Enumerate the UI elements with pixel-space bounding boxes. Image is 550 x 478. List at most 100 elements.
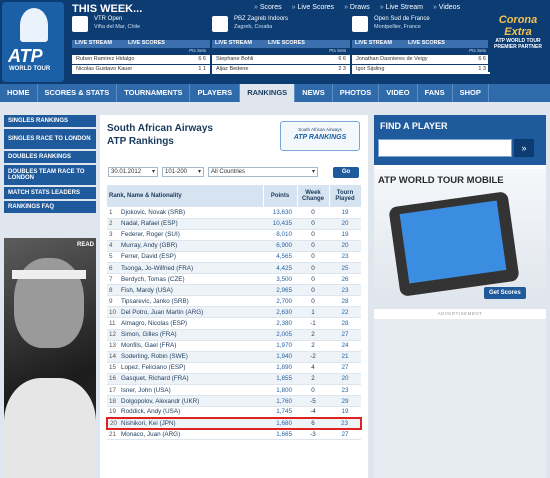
table-row[interactable]: 11 Almagro, Nicolas (ESP) 2,380 -1 28 bbox=[107, 317, 361, 330]
player-name-link[interactable]: Del Potro, Juan Martin (ARG) bbox=[119, 306, 263, 319]
tourn-played-cell[interactable]: 23 bbox=[329, 416, 362, 430]
live-scores-link[interactable]: LIVE SCORES bbox=[128, 40, 165, 46]
table-row[interactable]: 12 Simon, Gilles (FRA) 2,005 2 27 bbox=[107, 329, 361, 341]
points-cell[interactable]: 3,500 bbox=[263, 273, 297, 286]
tourn-played-cell[interactable]: 26 bbox=[329, 273, 361, 286]
tourn-played-cell[interactable]: 28 bbox=[329, 317, 361, 330]
table-row[interactable]: 10 Del Potro, Juan Martin (ARG) 2,630 1 22 bbox=[107, 306, 361, 319]
player-name-link[interactable]: Tsonga, Jo-Wilfried (FRA) bbox=[119, 262, 263, 275]
tourn-played-cell[interactable]: 23 bbox=[329, 251, 361, 263]
player-name-link[interactable]: Gasquet, Richard (FRA) bbox=[119, 373, 263, 386]
table-row[interactable]: 17 Isner, John (USA) 1,800 0 23 bbox=[107, 384, 361, 397]
sidebar-item-singles-race[interactable]: SINGLES RACE TO LONDON bbox=[4, 129, 96, 149]
col-tourn-played[interactable]: Tourn Played bbox=[329, 185, 362, 207]
sidebar-item-match-stats[interactable]: MATCH STATS LEADERS bbox=[4, 187, 96, 199]
points-cell[interactable]: 1,970 bbox=[263, 340, 297, 352]
table-row[interactable]: 19 Roddick, Andy (USA) 1,745 -4 19 bbox=[107, 406, 361, 419]
player-name-link[interactable]: Monfils, Gael (FRA) bbox=[119, 340, 263, 352]
player-name-link[interactable]: Lopez, Feliciano (ESP) bbox=[119, 362, 263, 374]
date-select[interactable]: 30.01.2012 bbox=[108, 167, 158, 177]
table-row[interactable]: 15 Lopez, Feliciano (ESP) 1,890 4 27 bbox=[107, 362, 361, 374]
tourn-played-cell[interactable]: 27 bbox=[329, 362, 361, 374]
tournament-name[interactable]: PBZ Zagreb Indoors bbox=[234, 16, 288, 22]
sidebar-item-doubles-rankings[interactable]: DOUBLES RANKINGS bbox=[4, 151, 96, 163]
player-name-link[interactable]: Fish, Mardy (USA) bbox=[119, 284, 263, 297]
tourn-played-cell[interactable]: 28 bbox=[329, 295, 361, 308]
table-row[interactable]: 1 Djokovic, Novak (SRB) 13,630 0 19 bbox=[107, 207, 361, 219]
table-row[interactable]: 18 Dolgopolov, Alexandr (UKR) 1,760 -5 29 bbox=[107, 395, 361, 408]
table-row[interactable]: 7 Berdych, Tomas (CZE) 3,500 0 26 bbox=[107, 273, 361, 286]
top-link-videos[interactable]: Videos bbox=[433, 4, 460, 11]
player-name-link[interactable]: Murray, Andy (GBR) bbox=[119, 240, 263, 252]
tournament-name[interactable]: Open Sud de France bbox=[374, 16, 430, 22]
live-scores-link[interactable]: LIVE SCORES bbox=[268, 40, 305, 46]
points-cell[interactable]: 1,665 bbox=[263, 428, 297, 441]
table-row[interactable]: 13 Monfils, Gael (FRA) 1,970 2 24 bbox=[107, 340, 361, 352]
points-cell[interactable]: 1,680 bbox=[263, 416, 297, 430]
points-cell[interactable]: 6,900 bbox=[263, 240, 297, 252]
tournament-name[interactable]: VTR Open bbox=[94, 16, 122, 22]
sidebar-item-singles-rankings[interactable]: SINGLES RANKINGS bbox=[4, 115, 96, 127]
tourn-played-cell[interactable]: 19 bbox=[329, 229, 361, 241]
read-label[interactable]: READ bbox=[77, 242, 94, 248]
tourn-played-cell[interactable]: 24 bbox=[329, 340, 361, 352]
player-name-link[interactable]: Soderling, Robin (SWE) bbox=[119, 351, 263, 363]
points-cell[interactable]: 1,855 bbox=[263, 373, 297, 386]
nav-scores-stats[interactable]: SCORES & STATS bbox=[38, 84, 118, 102]
player-name-link[interactable]: Ferrer, David (ESP) bbox=[119, 251, 263, 263]
points-cell[interactable]: 1,800 bbox=[263, 384, 297, 397]
nav-fans[interactable]: FANS bbox=[418, 84, 453, 102]
live-stream-link[interactable]: LIVE STREAM bbox=[215, 40, 252, 46]
get-scores-button[interactable]: Get Scores bbox=[484, 287, 526, 299]
table-row[interactable]: 14 Soderling, Robin (SWE) 1,940 -2 21 bbox=[107, 351, 361, 363]
points-cell[interactable]: 2,005 bbox=[263, 329, 297, 341]
player-search-input[interactable] bbox=[378, 139, 512, 157]
points-cell[interactable]: 13,630 bbox=[263, 207, 297, 219]
points-cell[interactable]: 1,760 bbox=[263, 395, 297, 408]
top-link-scores[interactable]: Scores bbox=[254, 4, 282, 11]
search-submit-arrow-icon[interactable]: » bbox=[514, 139, 534, 157]
points-cell[interactable]: 2,965 bbox=[263, 284, 297, 297]
table-row[interactable]: 16 Gasquet, Richard (FRA) 1,855 2 20 bbox=[107, 373, 361, 386]
tourn-played-cell[interactable]: 23 bbox=[329, 384, 361, 397]
col-rank-name[interactable]: Rank, Name & Nationality bbox=[107, 185, 264, 207]
atp-logo[interactable]: ATP WORLD TOUR bbox=[2, 2, 64, 82]
points-cell[interactable]: 2,380 bbox=[263, 317, 297, 330]
nav-players[interactable]: PLAYERS bbox=[190, 84, 241, 102]
nav-home[interactable]: HOME bbox=[0, 84, 38, 102]
nav-photos[interactable]: PHOTOS bbox=[333, 84, 380, 102]
player-name-link[interactable]: Nishikori, Kei (JPN) bbox=[119, 416, 263, 430]
live-scores-link[interactable]: LIVE SCORES bbox=[408, 40, 445, 46]
table-row[interactable]: 2 Nadal, Rafael (ESP) 10,435 0 20 bbox=[107, 218, 361, 230]
player-name-link[interactable]: Simon, Gilles (FRA) bbox=[119, 329, 263, 341]
sidebar-item-doubles-race[interactable]: DOUBLES TEAM RACE TO LONDON bbox=[4, 165, 96, 185]
player-name-link[interactable]: Isner, John (USA) bbox=[119, 384, 263, 397]
player-name-link[interactable]: Dolgopolov, Alexandr (UKR) bbox=[119, 395, 263, 408]
table-row[interactable]: 4 Murray, Andy (GBR) 6,900 0 20 bbox=[107, 240, 361, 252]
table-row[interactable]: 9 Tipsarevic, Janko (SRB) 2,700 0 28 bbox=[107, 295, 361, 308]
nav-news[interactable]: NEWS bbox=[295, 84, 333, 102]
points-cell[interactable]: 1,940 bbox=[263, 351, 297, 363]
tourn-played-cell[interactable]: 20 bbox=[329, 218, 361, 230]
tourn-played-cell[interactable]: 19 bbox=[329, 406, 361, 419]
mobile-ad[interactable]: ATP WORLD TOUR MOBILE Get Scores bbox=[374, 169, 546, 309]
live-stream-link[interactable]: LIVE STREAM bbox=[355, 40, 392, 46]
player-name-link[interactable]: Federer, Roger (SUI) bbox=[119, 229, 263, 241]
top-link-live-scores[interactable]: Live Scores bbox=[292, 4, 334, 11]
tourn-played-cell[interactable]: 27 bbox=[329, 329, 361, 341]
player-name-link[interactable]: Tipsarevic, Janko (SRB) bbox=[119, 295, 263, 308]
table-row[interactable]: 21 Monaco, Juan (ARG) 1,665 -3 27 bbox=[107, 428, 361, 441]
table-row[interactable]: 3 Federer, Roger (SUI) 8,010 0 19 bbox=[107, 229, 361, 241]
table-row[interactable]: 8 Fish, Mardy (USA) 2,965 0 23 bbox=[107, 284, 361, 297]
tourn-played-cell[interactable]: 21 bbox=[329, 351, 361, 363]
points-cell[interactable]: 2,700 bbox=[263, 295, 297, 308]
player-name-link[interactable]: Almagro, Nicolas (ESP) bbox=[119, 317, 263, 330]
ad-slot[interactable] bbox=[374, 319, 546, 478]
points-cell[interactable]: 4,565 bbox=[263, 251, 297, 263]
points-cell[interactable]: 4,425 bbox=[263, 262, 297, 275]
player-name-link[interactable]: Monaco, Juan (ARG) bbox=[119, 428, 263, 441]
points-cell[interactable]: 1,890 bbox=[263, 362, 297, 374]
sidebar-item-rankings-faq[interactable]: RANKINGS FAQ bbox=[4, 201, 96, 213]
table-row[interactable]: 5 Ferrer, David (ESP) 4,565 0 23 bbox=[107, 251, 361, 263]
nav-rankings[interactable]: RANKINGS bbox=[240, 84, 296, 102]
